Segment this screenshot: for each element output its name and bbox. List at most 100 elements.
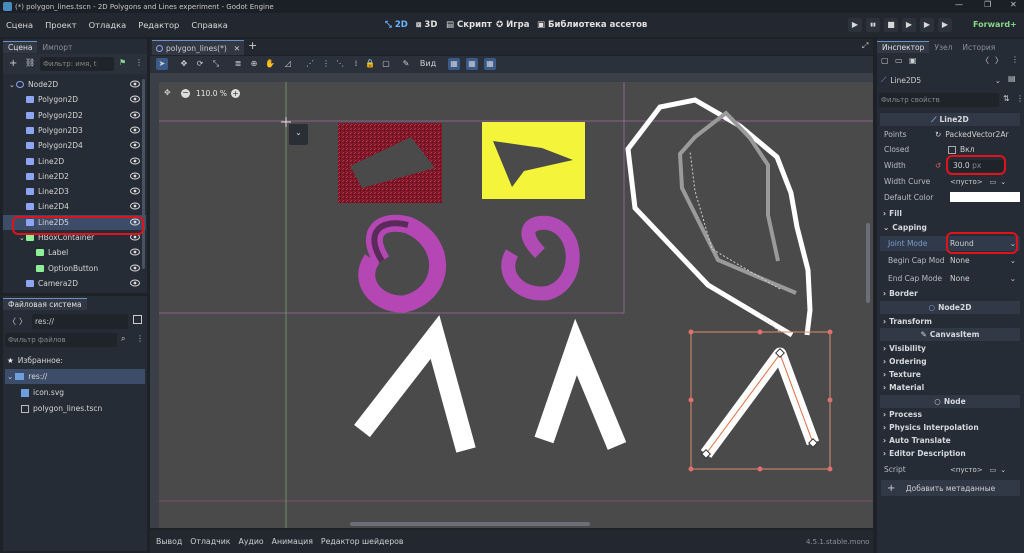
tree-node-line2d[interactable]: Line2D [3,154,146,169]
select-mode-icon[interactable]: ➤ [156,58,168,70]
tab-history[interactable]: История [957,42,1000,53]
favorites-row[interactable]: ★ Избранное: [7,353,63,368]
toggle-c-icon[interactable]: ▦ [484,58,496,70]
tree-node-line2d2[interactable]: Line2D2 [3,169,146,184]
tree-node-optionbutton[interactable]: OptionButton [3,261,146,276]
workspace-game[interactable]: ✪ Игра [496,16,530,34]
menu-project[interactable]: Проект [39,20,83,30]
tree-node-polygon2d4[interactable]: Polygon2D4 [3,138,146,153]
close-icon[interactable]: ✕ [1010,0,1017,9]
skeleton-icon[interactable]: ✎ [400,58,412,70]
tree-node-polygon2d[interactable]: Polygon2D [3,92,146,107]
tree-node-polygon2d2[interactable]: Polygon2D2 [3,108,146,123]
tab-animation[interactable]: Анимация [272,537,313,546]
visibility-eye-icon[interactable] [130,264,140,272]
list-select-icon[interactable]: ≣ [232,58,244,70]
zoom-out-icon[interactable]: − [181,89,190,98]
scene-scrollbar[interactable] [142,79,145,269]
load-resource-icon[interactable]: ▭ [895,56,903,65]
tree-node-line2d3[interactable]: Line2D3 [3,184,146,199]
ruler-icon[interactable]: ◿ [282,58,294,70]
view-menu-icon[interactable]: Вид [418,58,438,70]
forward-icon[interactable]: 〉 [19,316,27,327]
script-value[interactable]: <пусто> ▭ ⌄ [950,464,1006,476]
link-icon[interactable]: ⛓ [25,58,35,67]
visibility-eye-icon[interactable] [130,172,140,180]
section-border[interactable]: › Border [880,287,1020,300]
play-custom-button[interactable]: ▶ [920,18,934,32]
history-forward-icon[interactable]: 〉 [995,55,1003,66]
section-material[interactable]: › Material [880,381,1020,394]
fs-filter-input[interactable]: Фильтр файлов [5,333,117,347]
tab-import[interactable]: Импорт [37,42,77,53]
zoom-level[interactable]: 110.0 % [196,89,227,98]
grid-snap-icon[interactable]: ⁞ [350,58,362,70]
pan-mode-icon[interactable]: ✋ [264,58,276,70]
distraction-free-icon[interactable]: ⤢ [862,41,868,51]
group-icon[interactable]: ▢ [380,58,392,70]
visibility-eye-icon[interactable] [130,202,140,210]
toggle-a-icon[interactable]: ▦ [448,58,460,70]
hbox-option-button[interactable]: ⌄ [289,124,308,145]
section-process[interactable]: › Process [880,408,1020,421]
section-visibility[interactable]: › Visibility [880,342,1020,355]
visibility-eye-icon[interactable] [130,95,140,103]
tree-node-polygon2d3[interactable]: Polygon2D3 [3,123,146,138]
visibility-eye-icon[interactable] [130,126,140,134]
add-node-icon[interactable]: + [9,58,17,69]
visibility-eye-icon[interactable] [130,157,140,165]
pan-icon[interactable]: ✥ [164,88,171,97]
search-icon[interactable]: ⌕ [121,334,125,344]
new-resource-icon[interactable]: ▢ [881,56,889,65]
tab-inspector[interactable]: Инспектор [877,41,930,53]
history-back-icon[interactable]: 〈 [981,55,989,66]
visibility-eye-icon[interactable] [130,187,140,195]
tab-node[interactable]: Узел [929,42,957,53]
workspace-3d[interactable]: ⧈ 3D [416,16,437,34]
inspector-more-icon[interactable]: ⋮ [1016,94,1024,103]
end-cap-select[interactable]: None ⌄ [950,273,1018,285]
workspace-assetlib[interactable]: ▣ Библиотека ассетов [537,16,647,34]
visibility-eye-icon[interactable] [130,279,140,287]
split-view-icon[interactable] [133,315,142,324]
stop-button[interactable]: ■ [884,18,898,32]
menu-scene[interactable]: Сцена [0,20,39,30]
workspace-2d[interactable]: ⤡ 2D [385,16,408,34]
section-transform[interactable]: › Transform [880,315,1020,328]
add-metadata-button[interactable]: + Добавить метаданные [881,480,1020,496]
move-mode-icon[interactable]: ✥ [178,58,190,70]
tree-arrow-icon[interactable]: ⌄ [9,81,16,89]
section-texture[interactable]: › Texture [880,368,1020,381]
tree-node-label[interactable]: Label [3,245,146,260]
new-tab-icon[interactable]: + [248,39,257,52]
object-selector[interactable]: ⟋ Line2D5 ⌄ [879,73,1001,87]
movie-maker-button[interactable]: ▶ [938,18,952,32]
workspace-script[interactable]: ▤ Скрипт [446,16,492,34]
zoom-in-icon[interactable]: + [231,89,240,98]
tree-node-line2d4[interactable]: Line2D4 [3,199,146,214]
maximize-icon[interactable]: ❐ [984,0,991,9]
file-row-scene[interactable]: polygon_lines.tscn [21,401,102,416]
scale-mode-icon[interactable]: ⤡ [210,58,222,70]
lock-icon[interactable]: 🔒 [364,58,376,70]
section-editor-desc[interactable]: › Editor Description [880,447,1020,460]
doc-icon[interactable]: ▤ [1008,74,1016,83]
pivot-icon[interactable]: ⊕ [248,58,260,70]
file-row-icon-svg[interactable]: icon.svg [21,385,64,400]
tab-filesystem[interactable]: Файловая система [3,298,87,310]
closed-checkbox[interactable]: Вкл [948,144,974,156]
property-filter-input[interactable]: Фильтр свойств [879,93,999,107]
menu-debug[interactable]: Отладка [83,20,133,30]
scene-menu-icon[interactable]: ⋮ [135,58,143,67]
rotate-mode-icon[interactable]: ⟳ [194,58,206,70]
snap-options-icon[interactable]: ⋮ [320,58,332,70]
play-scene-button[interactable]: ▶ [902,18,916,32]
inspector-settings-icon[interactable]: ⇅ [1003,94,1010,103]
tab-scene[interactable]: Сцена [3,41,38,53]
section-auto-translate[interactable]: › Auto Translate [880,434,1020,447]
tab-debugger[interactable]: Отладчик [190,537,230,546]
snap-icon[interactable]: ⋰ [304,58,316,70]
tree-node-node2d[interactable]: ⌄ Node2D [3,77,146,92]
viewport-vscroll[interactable] [866,223,870,303]
minimize-icon[interactable]: — [955,0,963,9]
